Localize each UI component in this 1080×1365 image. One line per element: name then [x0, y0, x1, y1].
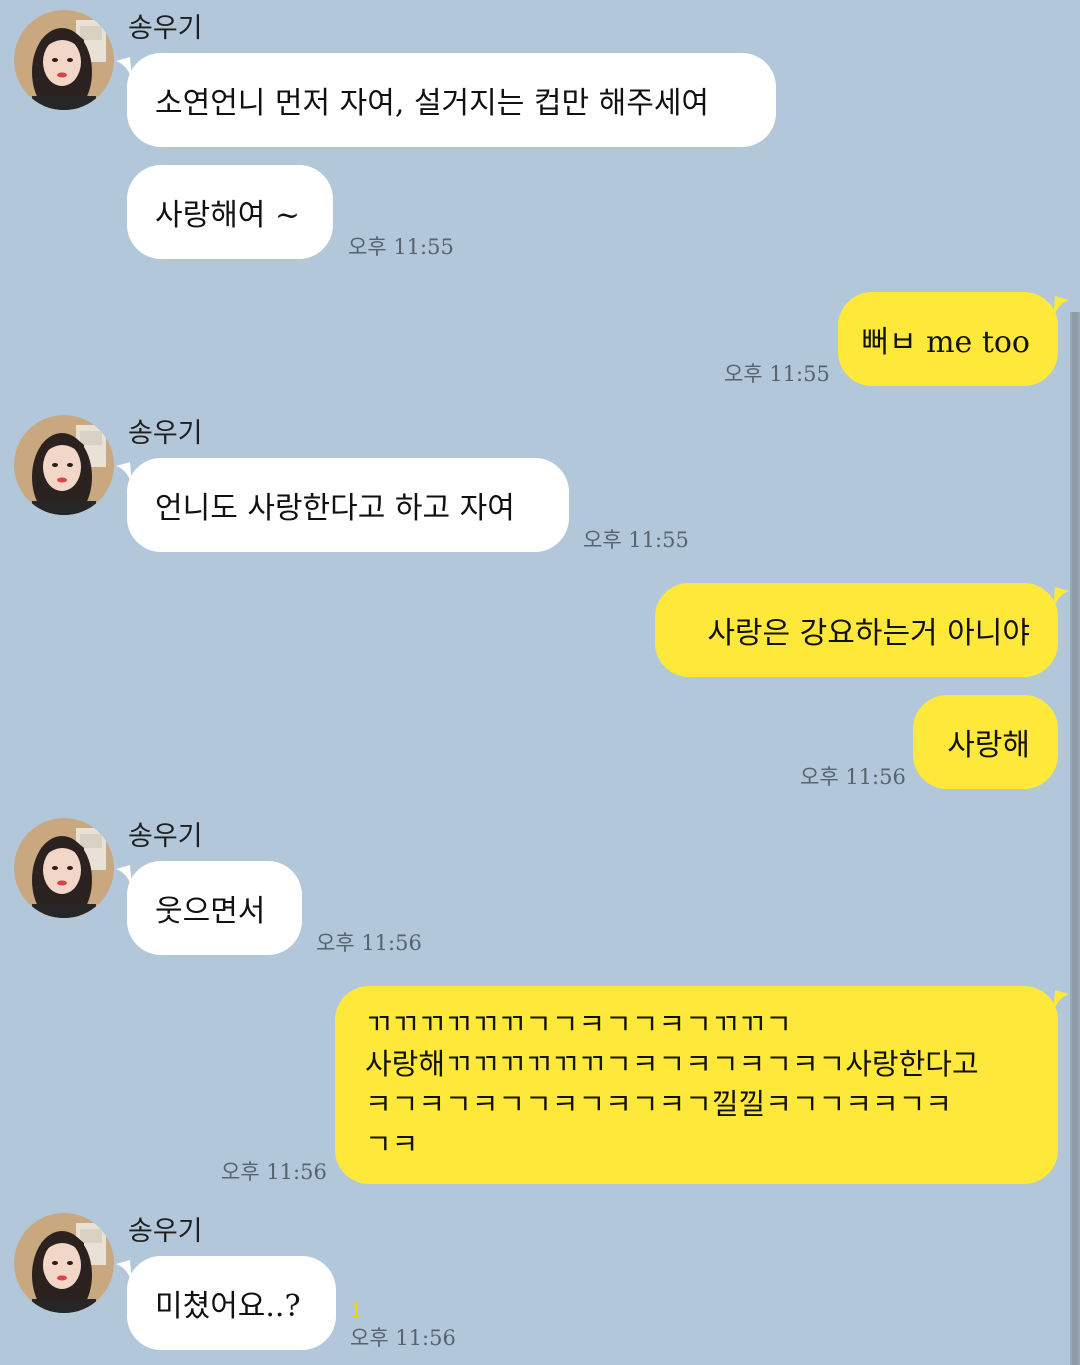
- bubble-tail-icon: [116, 1260, 132, 1284]
- message-text-line: ㄱㅋ: [365, 1127, 419, 1161]
- message-text-line: 사랑해ㄲㄲㄲㄲㄲㄲㄱㅋㄱㅋㄱㅋㄱㅋㄱ사랑한다고: [365, 1047, 979, 1081]
- message-text-line: ㄲㄲㄲㄲㄲㄲㄱㄱㅋㄱㄱㅋㄱㄲㄲㄱ: [365, 1007, 792, 1041]
- incoming-message-bubble[interactable]: 소연언니 먼저 자여, 설거지는 컵만 해주세여: [116, 53, 776, 147]
- outgoing-message-bubble[interactable]: 뻐ㅂ me too: [838, 292, 1069, 386]
- message-text-line: ㅋㄱㅋㄱㅋㄱㄱㅋㄱㅋㄱㅋㄱ낄낄ㅋㄱㄱㅋㅋㄱㅋ: [365, 1087, 952, 1121]
- unread-count-badge: 1: [350, 1298, 363, 1322]
- message-timestamp: 오후 11:56: [316, 931, 422, 955]
- message-text: 미쳤어요..?: [155, 1289, 301, 1324]
- incoming-message-bubble[interactable]: 사랑해여 ~: [127, 165, 333, 259]
- sender-name: 송우기: [128, 1216, 203, 1247]
- message-timestamp: 오후 11:56: [221, 1160, 327, 1184]
- incoming-message-bubble[interactable]: 웃으면서: [116, 861, 302, 955]
- message-timestamp: 오후 11:55: [583, 528, 689, 552]
- contact-avatar[interactable]: [14, 10, 114, 110]
- profile-photo-icon: [14, 10, 114, 110]
- message-text: 언니도 사랑한다고 하고 자여: [155, 491, 515, 526]
- outgoing-message-bubble[interactable]: ㄲㄲㄲㄲㄲㄲㄱㄱㅋㄱㄱㅋㄱㄲㄲㄱ 사랑해ㄲㄲㄲㄲㄲㄲㄱㅋㄱㅋㄱㅋㄱㅋㄱ사랑한다고…: [335, 986, 1069, 1184]
- message-text: 소연언니 먼저 자여, 설거지는 컵만 해주세여: [155, 86, 710, 121]
- contact-avatar[interactable]: [14, 415, 114, 515]
- scrollbar[interactable]: [1070, 312, 1080, 1365]
- outgoing-message-bubble[interactable]: 사랑해: [913, 695, 1058, 789]
- bubble-tail-icon: [1053, 587, 1069, 611]
- contact-avatar[interactable]: [14, 818, 114, 918]
- bubble-tail-icon: [1053, 990, 1069, 1014]
- bubble-tail-icon: [116, 865, 132, 889]
- sender-name: 송우기: [128, 13, 203, 44]
- message-timestamp: 오후 11:56: [350, 1326, 456, 1350]
- message-text: 웃으면서: [155, 894, 266, 929]
- message-text: 사랑해여 ~: [155, 198, 301, 233]
- outgoing-message-bubble[interactable]: 사랑은 강요하는거 아니야: [655, 583, 1069, 677]
- contact-avatar[interactable]: [14, 1213, 114, 1313]
- bubble-tail-icon: [116, 462, 132, 486]
- sender-name: 송우기: [128, 821, 203, 852]
- bubble-tail-icon: [1053, 296, 1069, 320]
- message-timestamp: 오후 11:55: [724, 362, 830, 386]
- scrollbar-thumb[interactable]: [1072, 312, 1078, 1365]
- sender-name: 송우기: [128, 418, 203, 449]
- profile-photo-icon: [14, 1213, 114, 1313]
- incoming-message-bubble[interactable]: 언니도 사랑한다고 하고 자여: [116, 458, 569, 552]
- message-text: 사랑해: [947, 728, 1030, 763]
- message-timestamp: 오후 11:55: [348, 235, 454, 259]
- message-timestamp: 오후 11:56: [800, 765, 906, 789]
- message-text: 뻐ㅂ me too: [861, 325, 1030, 360]
- message-text: 사랑은 강요하는거 아니야: [707, 616, 1030, 651]
- bubble-tail-icon: [116, 57, 132, 81]
- incoming-message-bubble[interactable]: 미쳤어요..?: [116, 1256, 336, 1350]
- profile-photo-icon: [14, 818, 114, 918]
- profile-photo-icon: [14, 415, 114, 515]
